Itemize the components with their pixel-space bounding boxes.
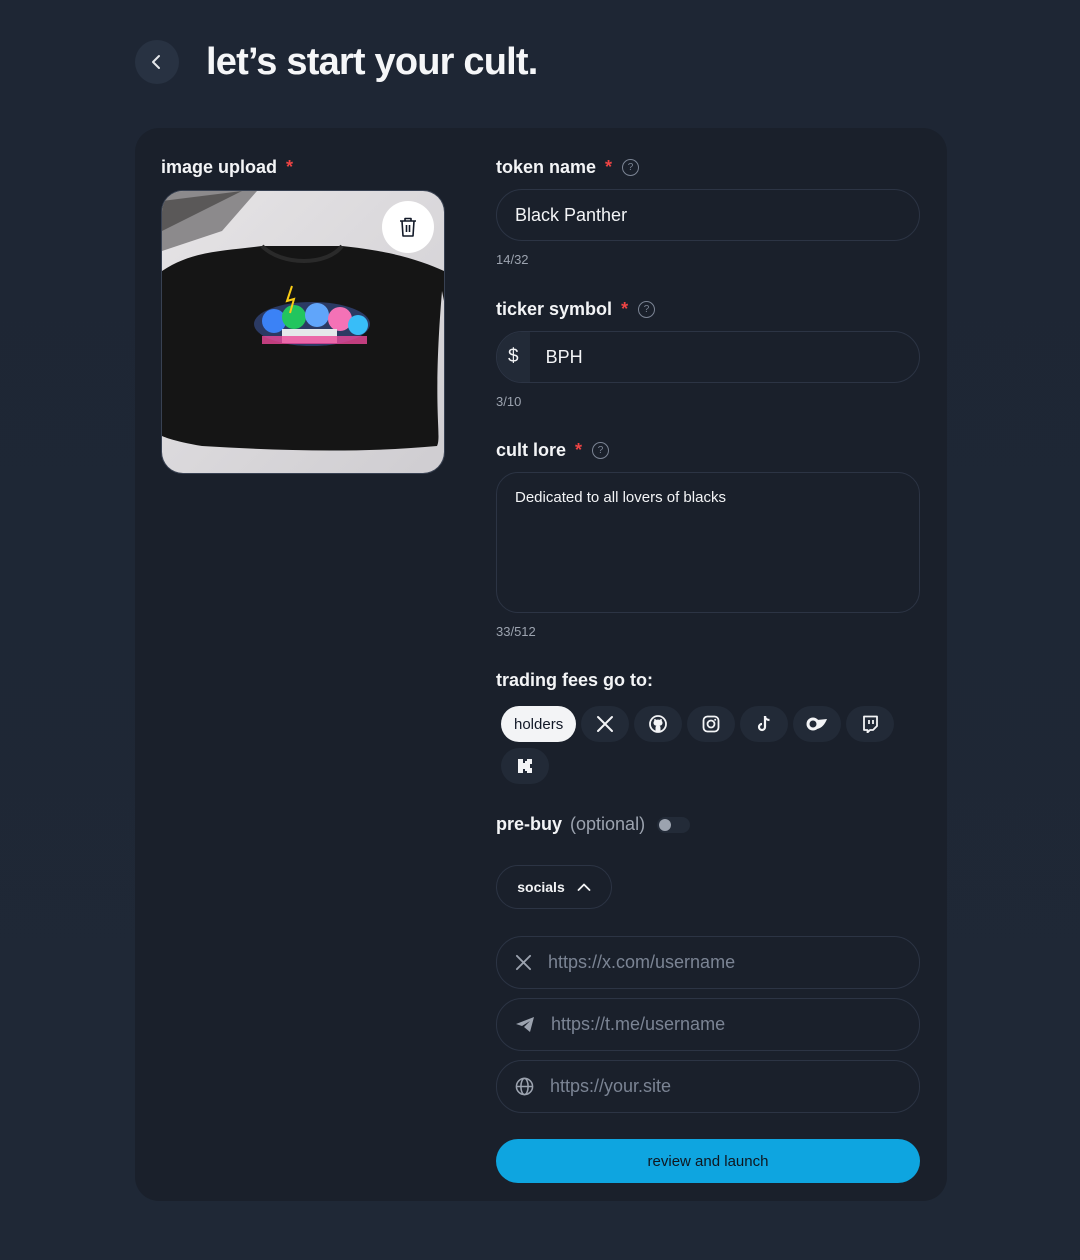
fees-label: trading fees go to:	[496, 670, 653, 690]
instagram-icon	[702, 715, 720, 733]
telegram-url-field	[496, 998, 920, 1051]
telegram-url-input[interactable]	[549, 1013, 893, 1036]
x-icon	[515, 954, 532, 971]
back-button[interactable]	[135, 40, 179, 84]
fee-option-instagram[interactable]	[687, 706, 736, 742]
x-url-input[interactable]	[546, 951, 890, 974]
prebuy-optional: (optional)	[570, 814, 646, 834]
github-icon	[649, 715, 668, 733]
fee-option-twitch[interactable]	[846, 706, 895, 742]
required-marker: *	[621, 299, 629, 319]
trash-icon	[400, 217, 416, 237]
help-icon[interactable]: ?	[638, 301, 656, 318]
tiktok-icon	[758, 715, 770, 732]
prebuy-label: pre-buy	[496, 814, 563, 834]
x-icon	[597, 716, 614, 732]
ticker-field: $	[496, 331, 920, 383]
fee-option-holders[interactable]: holders	[501, 706, 577, 742]
kick-icon	[518, 759, 532, 773]
lore-textarea[interactable]: Dedicated to all lovers of blacks	[496, 472, 920, 613]
page-header: let’s start your cult.	[135, 40, 538, 84]
globe-icon	[515, 1077, 534, 1096]
chevron-up-icon	[577, 883, 591, 891]
fee-option-tiktok[interactable]	[740, 706, 789, 742]
page-title: let’s start your cult.	[206, 40, 538, 83]
prebuy-row: pre-buy (optional)	[496, 814, 691, 835]
help-icon[interactable]: ?	[622, 159, 640, 176]
required-marker: *	[575, 440, 583, 460]
socials-label: socials	[517, 879, 565, 895]
twitch-icon	[863, 715, 879, 733]
website-url-input[interactable]	[548, 1075, 892, 1098]
website-url-field	[496, 1060, 920, 1113]
telegram-icon	[516, 1017, 534, 1032]
lore-counter: 33/512	[496, 624, 536, 639]
ticker-input[interactable]	[529, 345, 919, 369]
fee-option-kick[interactable]	[501, 748, 549, 784]
toggle-knob	[659, 818, 672, 831]
prebuy-toggle[interactable]	[657, 816, 691, 833]
onlyfans-icon	[806, 717, 828, 731]
token-name-field	[496, 189, 920, 241]
fees-options: holders	[501, 706, 921, 784]
dollar-prefix: $	[497, 332, 530, 382]
image-upload-label-text: image upload	[161, 157, 278, 177]
fee-option-github[interactable]	[634, 706, 683, 742]
uploaded-image[interactable]	[161, 190, 445, 474]
chevron-left-icon	[152, 55, 160, 69]
create-token-form: image upload * token name * ? Black Pant…	[135, 128, 947, 1201]
required-marker: *	[605, 157, 613, 177]
ticker-label-text: ticker symbol	[496, 299, 613, 319]
review-and-launch-button[interactable]: review and launch	[496, 1139, 920, 1183]
ticker-label: ticker symbol * ?	[496, 299, 656, 320]
ticker-counter: 3/10	[496, 394, 522, 409]
fee-option-x[interactable]	[581, 706, 630, 742]
help-icon[interactable]: ?	[592, 442, 610, 459]
required-marker: *	[286, 157, 294, 177]
delete-image-button[interactable]	[382, 201, 434, 253]
image-upload-label: image upload *	[161, 157, 293, 178]
token-name-label-text: token name	[496, 157, 597, 177]
x-url-field	[496, 936, 920, 989]
fee-option-onlyfans[interactable]	[793, 706, 842, 742]
lore-label-text: cult lore	[496, 440, 567, 460]
socials-toggle-button[interactable]: socials	[496, 865, 612, 909]
lore-label: cult lore * ?	[496, 440, 610, 461]
token-name-input[interactable]	[497, 203, 919, 227]
token-name-label: token name * ?	[496, 157, 640, 178]
token-name-counter: 14/32	[496, 252, 529, 267]
